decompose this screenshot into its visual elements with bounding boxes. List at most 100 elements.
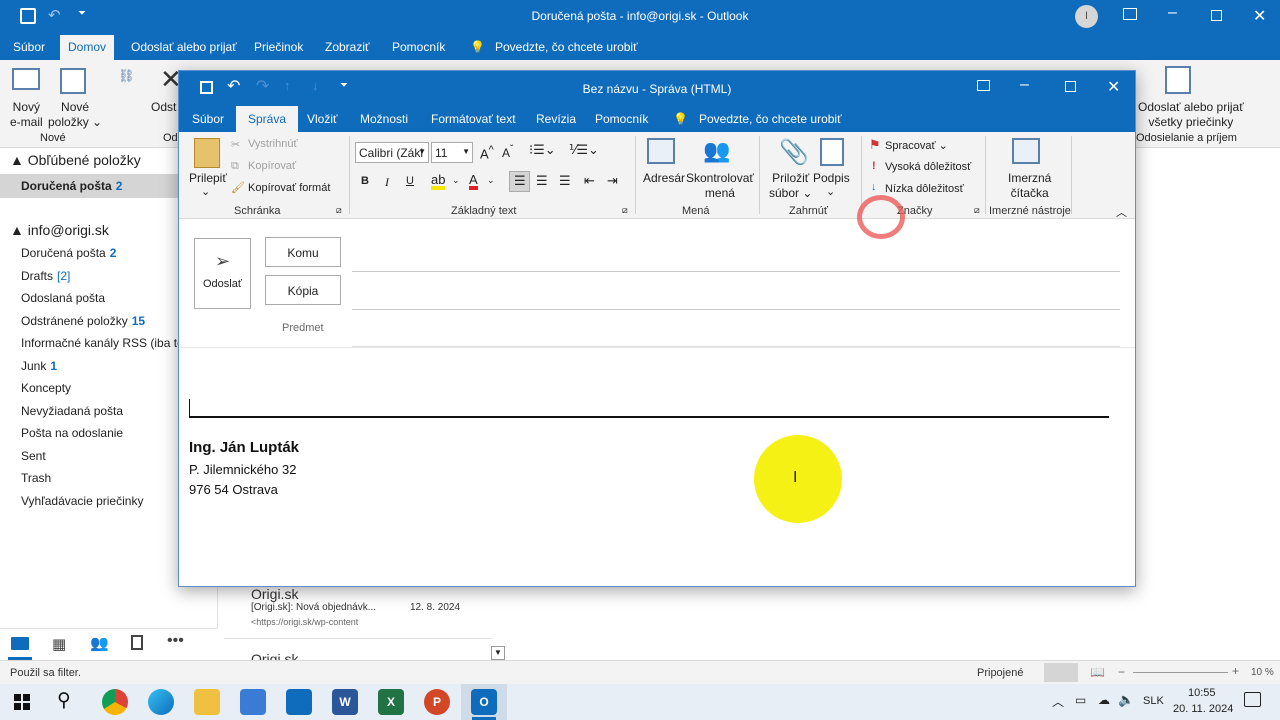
cut-button[interactable]: Vystrihnúť: [248, 138, 298, 150]
onedrive-icon[interactable]: ☁: [1098, 693, 1110, 707]
tab-view[interactable]: Zobraziť: [325, 40, 370, 54]
tab-help[interactable]: Pomocník: [595, 112, 648, 126]
low-importance-button[interactable]: Nízka dôležitosť: [885, 183, 964, 195]
calendar-icon[interactable]: ▦: [52, 635, 66, 653]
paste-button[interactable]: Prilepiť: [189, 171, 227, 185]
decrease-indent-icon[interactable]: ⇤: [584, 173, 595, 189]
paste-dropdown-icon[interactable]: ⌄: [201, 185, 210, 198]
immersive-reader-button[interactable]: Imerzná čítačka: [1008, 171, 1051, 201]
new-items-button[interactable]: Nové položky ⌄: [48, 100, 102, 130]
clipboard-launcher-icon[interactable]: ⧄: [336, 205, 342, 216]
bullets-icon[interactable]: ⁝☰⌄: [529, 142, 556, 158]
scroll-down-button[interactable]: ▼: [491, 646, 505, 660]
tab-file[interactable]: Súbor: [13, 40, 45, 54]
restore-button[interactable]: [1211, 10, 1222, 21]
notifications-icon[interactable]: [1244, 692, 1261, 707]
font-name-select[interactable]: Calibri (Zákl ▼: [355, 142, 429, 163]
format-painter-button[interactable]: Kopírovať formát: [248, 182, 330, 194]
favorites-header[interactable]: ▲ Obľúbené položky: [10, 152, 141, 168]
folder-item[interactable]: Trash: [21, 471, 51, 485]
folder-item[interactable]: Vyhľadávacie priečinky: [21, 494, 143, 508]
numbering-icon[interactable]: ⅟☰⌄: [569, 142, 599, 158]
zoom-in-button[interactable]: +: [1232, 664, 1239, 678]
signature-dropdown-icon[interactable]: ⌄: [826, 185, 835, 198]
file-explorer-icon[interactable]: [194, 689, 220, 715]
network-icon[interactable]: ▭: [1075, 693, 1086, 707]
zoom-level[interactable]: 10 %: [1251, 667, 1274, 678]
tab-send-receive[interactable]: Odoslať alebo prijať: [131, 40, 237, 54]
edge-icon[interactable]: [148, 689, 174, 715]
zoom-slider[interactable]: [1133, 672, 1228, 673]
paste-icon[interactable]: [194, 138, 220, 168]
minimize-button[interactable]: –: [1168, 4, 1177, 22]
grow-font-icon[interactable]: A^: [480, 144, 494, 161]
folder-item[interactable]: Sent: [21, 449, 46, 463]
align-right-icon[interactable]: ☰: [559, 173, 571, 189]
signature-button[interactable]: Podpis: [813, 171, 850, 185]
font-color-dropdown-icon[interactable]: ⌄: [487, 175, 495, 186]
word-icon[interactable]: W: [332, 689, 358, 715]
tasks-icon[interactable]: [131, 635, 143, 650]
italic-button[interactable]: I: [385, 175, 389, 190]
language-indicator[interactable]: SLK: [1143, 695, 1164, 707]
attach-file-button[interactable]: Priložiť súbor ⌄: [769, 171, 812, 201]
message-sender[interactable]: Origi.sk: [251, 586, 298, 602]
copy-icon[interactable]: ⧉: [231, 160, 239, 173]
address-book-button[interactable]: Adresár: [643, 171, 685, 185]
tell-me-search[interactable]: Povedzte, čo chcete urobiť: [699, 112, 842, 126]
font-name-dropdown-icon[interactable]: ▼: [418, 147, 426, 156]
tray-chevron-icon[interactable]: ︿: [1052, 693, 1064, 710]
followup-button[interactable]: Spracovať ⌄: [885, 139, 948, 152]
close-button[interactable]: ✕: [1107, 77, 1120, 97]
folder-item[interactable]: Junk 1: [21, 359, 57, 373]
store-icon[interactable]: [240, 689, 266, 715]
tab-message[interactable]: Správa: [236, 106, 299, 132]
cc-button[interactable]: Kópia: [265, 275, 341, 305]
font-size-select[interactable]: 11 ▼: [431, 142, 473, 163]
align-center-icon[interactable]: ☰: [536, 173, 548, 189]
folder-item[interactable]: Drafts [2]: [21, 269, 70, 283]
tab-file[interactable]: Súbor: [192, 112, 224, 126]
excel-icon[interactable]: X: [378, 689, 404, 715]
format-painter-icon[interactable]: 🖌: [231, 181, 245, 194]
cut-icon[interactable]: ✂: [231, 138, 240, 151]
folder-item[interactable]: Odoslaná pošta: [21, 291, 105, 305]
tab-folder[interactable]: Priečinok: [254, 40, 303, 54]
tab-help[interactable]: Pomocník: [392, 40, 445, 54]
highlight-color-icon[interactable]: ab: [431, 172, 446, 190]
close-button[interactable]: ✕: [1253, 6, 1266, 26]
shrink-font-icon[interactable]: Aˇ: [502, 144, 513, 160]
to-field[interactable]: [352, 271, 1120, 272]
normal-view-icon[interactable]: [1044, 663, 1078, 682]
ribbon-display-icon[interactable]: [1123, 8, 1137, 20]
new-email-button[interactable]: Nový e-mail: [10, 100, 43, 130]
message-subject[interactable]: [Origi.sk]: Nová objednávk...: [251, 602, 376, 613]
windows-start-icon[interactable]: [14, 694, 30, 710]
cleanup-icon[interactable]: ⛓: [118, 68, 135, 84]
chrome-icon[interactable]: [102, 689, 128, 715]
mail-icon[interactable]: [11, 637, 29, 650]
folder-item[interactable]: Pošta na odoslanie: [21, 426, 123, 440]
tab-insert[interactable]: Vložiť: [307, 112, 338, 126]
more-apps-icon[interactable]: •••: [167, 632, 184, 650]
folder-item[interactable]: Koncepty: [21, 381, 71, 395]
clock-date[interactable]: 20. 11. 2024: [1173, 703, 1233, 715]
high-importance-button[interactable]: Vysoká dôležitosť: [885, 161, 971, 173]
tab-review[interactable]: Revízia: [536, 112, 576, 126]
collapse-ribbon-icon[interactable]: ︿: [1116, 204, 1127, 220]
bold-button[interactable]: B: [361, 175, 369, 187]
increase-indent-icon[interactable]: ⇥: [607, 173, 618, 189]
zoom-out-button[interactable]: −: [1118, 665, 1125, 679]
cc-field[interactable]: [352, 309, 1120, 310]
maximize-button[interactable]: [1065, 81, 1076, 92]
clock-time[interactable]: 10:55: [1188, 687, 1216, 699]
highlight-dropdown-icon[interactable]: ⌄: [452, 175, 460, 186]
message-body[interactable]: [179, 348, 1135, 586]
avatar[interactable]: I: [1075, 5, 1098, 28]
minimize-button[interactable]: –: [1020, 76, 1029, 94]
folder-item[interactable]: Doručená pošta 2: [21, 246, 116, 260]
font-color-icon[interactable]: A: [469, 172, 478, 190]
copy-button[interactable]: Kopírovať: [248, 160, 296, 172]
check-names-button[interactable]: Skontrolovať mená: [686, 171, 754, 201]
folder-item[interactable]: Nevyžiadaná pošta: [21, 404, 123, 418]
